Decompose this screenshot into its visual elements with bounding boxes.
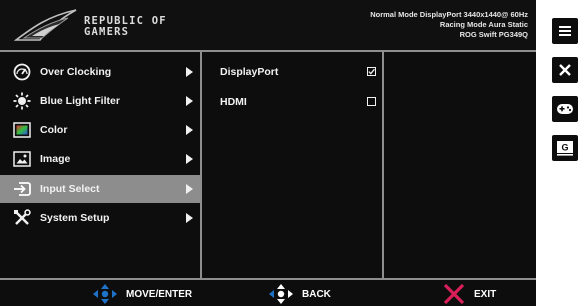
status-info: Normal Mode DisplayPort 3440x1440@ 60Hz … <box>288 10 528 40</box>
sun-icon <box>12 91 32 111</box>
gameplus-icon: G <box>557 141 573 156</box>
chevron-right-icon <box>186 213 193 223</box>
color-palette-icon <box>12 120 32 140</box>
exit-label: EXIT <box>474 288 497 300</box>
menu-item-label: Image <box>40 153 71 165</box>
chevron-right-icon <box>186 184 193 194</box>
main-menu: Over Clocking Blue Light Filter Color Im… <box>0 52 202 278</box>
image-icon <box>12 149 32 169</box>
brand-line-2: GAMERS <box>84 26 130 38</box>
detail-panel <box>384 52 536 278</box>
gamepad-icon <box>557 104 573 114</box>
input-select-icon <box>12 179 32 199</box>
rog-logo: REPUBLIC OF GAMERS <box>14 6 174 46</box>
option-label: HDMI <box>220 96 247 108</box>
move-enter-label: MOVE/ENTER <box>126 288 193 300</box>
chevron-right-icon <box>186 125 193 135</box>
menu-item-label: Input Select <box>40 183 100 195</box>
option-hdmi[interactable]: HDMI <box>202 90 382 114</box>
exit-x-icon <box>443 283 465 305</box>
menu-item-over-clocking[interactable]: Over Clocking <box>0 58 200 86</box>
osd-window: REPUBLIC OF GAMERS Normal Mode DisplayPo… <box>0 0 536 306</box>
move-enter-hint: MOVE/ENTER <box>92 282 192 306</box>
menu-area: Over Clocking Blue Light Filter Color Im… <box>0 52 536 278</box>
menu-item-label: Over Clocking <box>40 66 112 78</box>
brand-name: REPUBLIC OF GAMERS <box>84 16 167 38</box>
status-line-1: Normal Mode DisplayPort 3440x1440@ 60Hz <box>370 10 528 19</box>
menu-item-blue-light-filter[interactable]: Blue Light Filter <box>0 87 200 115</box>
rog-eye-icon <box>14 9 77 41</box>
gameplus-button[interactable]: G <box>552 135 578 161</box>
status-line-3: ROG Swift PG349Q <box>459 30 528 39</box>
gamevisual-button[interactable] <box>552 96 578 122</box>
chevron-right-icon <box>186 154 193 164</box>
close-icon <box>559 64 571 76</box>
menu-item-color[interactable]: Color <box>0 116 200 144</box>
menu-item-system-setup[interactable]: System Setup <box>0 204 200 232</box>
osd-footer: MOVE/ENTER BACK EXIT <box>0 278 536 306</box>
menu-item-label: Blue Light Filter <box>40 95 120 107</box>
close-button[interactable] <box>552 57 578 83</box>
sub-menu: DisplayPort HDMI <box>202 52 384 278</box>
menu-item-input-select[interactable]: Input Select <box>0 175 200 203</box>
gameplus-letter: G <box>561 143 568 153</box>
dpad-move-icon <box>93 284 117 304</box>
status-line-2: Racing Mode Aura Static <box>439 20 528 29</box>
back-label: BACK <box>302 288 331 300</box>
side-button-panel: G <box>540 0 588 306</box>
speedometer-icon <box>12 62 32 82</box>
menu-item-label: System Setup <box>40 212 110 224</box>
option-label: DisplayPort <box>220 66 279 78</box>
back-hint: BACK <box>268 282 331 306</box>
menu-icon <box>559 26 571 36</box>
menu-button[interactable] <box>552 18 578 44</box>
osd-header: REPUBLIC OF GAMERS Normal Mode DisplayPo… <box>0 0 536 52</box>
chevron-right-icon <box>186 67 193 77</box>
checkbox-checked[interactable] <box>367 67 376 76</box>
chevron-right-icon <box>186 96 193 106</box>
menu-item-image[interactable]: Image <box>0 145 200 173</box>
dpad-back-icon <box>269 284 293 304</box>
menu-item-label: Color <box>40 124 68 136</box>
tools-icon <box>12 208 32 228</box>
exit-hint: EXIT <box>442 282 496 306</box>
checkbox-unchecked[interactable] <box>367 97 376 106</box>
option-displayport[interactable]: DisplayPort <box>202 60 382 84</box>
checkmark-icon <box>368 68 375 75</box>
